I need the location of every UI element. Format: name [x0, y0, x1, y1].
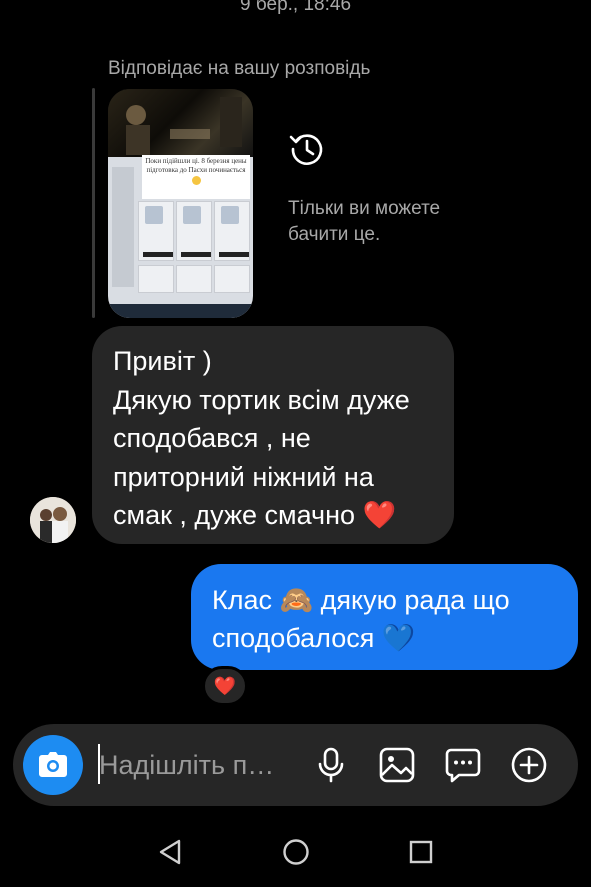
- composer-bar: [13, 724, 578, 806]
- reaction-emoji: ❤️: [213, 675, 237, 696]
- recents-button[interactable]: [406, 837, 436, 867]
- camera-icon: [39, 752, 67, 777]
- recents-icon: [409, 840, 433, 864]
- home-button[interactable]: [281, 837, 311, 867]
- story-reply-caption: Відповідає на вашу розповідь: [108, 58, 371, 79]
- story-status: Тільки ви можете бачити це.: [288, 130, 448, 248]
- back-button[interactable]: [155, 837, 185, 867]
- message-outgoing-text: Клас 🙈 дякую рада що сподобалося 💙: [212, 585, 510, 653]
- home-icon: [283, 839, 309, 865]
- sticker-button[interactable]: [443, 745, 483, 785]
- story-note: Поки підійшли ці. 8 березня цены підгото…: [142, 155, 250, 199]
- reply-bar: [92, 88, 95, 318]
- gallery-icon: [379, 747, 415, 783]
- message-incoming[interactable]: Привіт ) Дякую тортик всім дуже сподобав…: [92, 326, 454, 544]
- story-thumbnail[interactable]: Поки підійшли ці. 8 березня цены підгото…: [108, 89, 253, 318]
- story-video-frame: [108, 89, 253, 157]
- history-icon: [289, 134, 323, 165]
- system-nav-bar: [0, 815, 591, 887]
- taskbar: [108, 304, 253, 318]
- sticker-icon: [445, 748, 481, 783]
- add-button[interactable]: [509, 745, 549, 785]
- message-outgoing[interactable]: Клас 🙈 дякую рада що сподобалося 💙: [191, 564, 578, 670]
- add-icon: [511, 747, 547, 783]
- camera-button[interactable]: [23, 735, 83, 795]
- back-icon: [159, 839, 181, 865]
- avatar[interactable]: [30, 497, 76, 543]
- story-note-text: Поки підійшли ці. 8 березня цены підгото…: [145, 157, 247, 174]
- microphone-icon: [318, 747, 344, 783]
- timestamp: 9 бер., 18:46: [239, 0, 352, 15]
- gallery-button[interactable]: [377, 745, 417, 785]
- microphone-button[interactable]: [311, 745, 351, 785]
- message-incoming-text: Привіт ) Дякую тортик всім дуже сподобав…: [113, 346, 410, 530]
- message-input[interactable]: [99, 745, 299, 785]
- story-visibility-text: Тільки ви можете бачити це.: [288, 198, 441, 245]
- reaction-badge[interactable]: ❤️: [202, 666, 248, 706]
- smile-icon: [191, 176, 201, 185]
